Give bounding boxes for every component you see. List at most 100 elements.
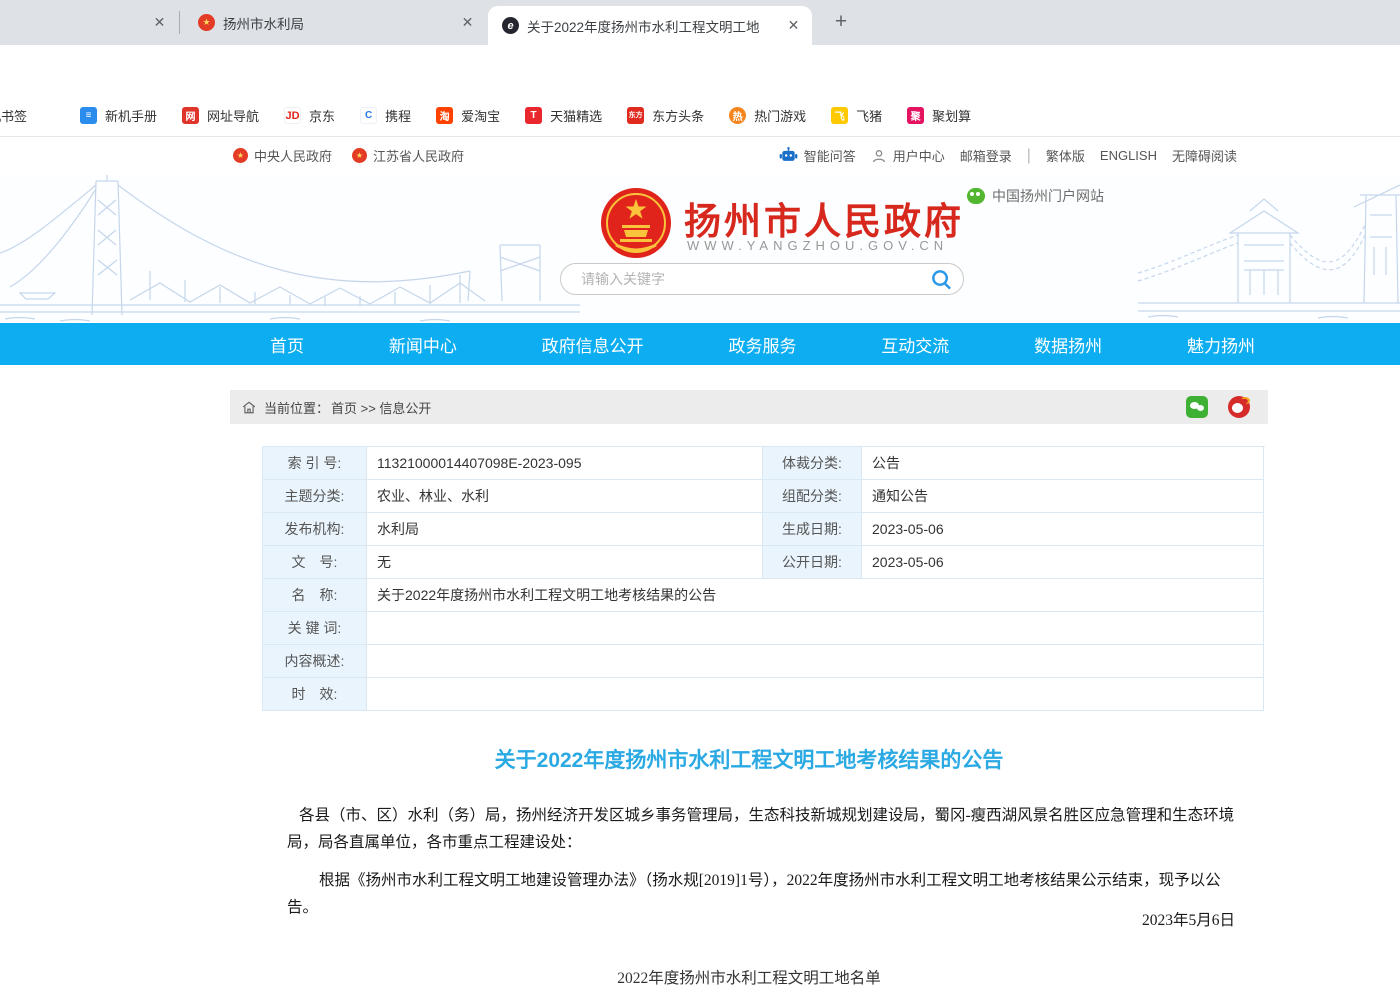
article-paragraph: 各县（市、区）水利（务）局，扬州经济开发区城乡事务管理局，生态科技新城规划建设局…	[287, 802, 1235, 856]
meta-value-keywords	[367, 612, 1264, 645]
browser-address-bar: 不安全 yangzhou.gov.cn/yzszxxgk/slj/202305/…	[0, 45, 1400, 95]
tmall-icon: T	[525, 107, 542, 124]
bookmark-games[interactable]: 热 热门游戏	[729, 106, 806, 125]
bookmark-label: 携程	[385, 106, 411, 125]
nav-site-icon: 网	[182, 107, 199, 124]
meta-value-summary	[367, 645, 1264, 678]
tab-close-icon[interactable]: ✕	[151, 14, 168, 31]
tab-close-icon[interactable]: ✕	[459, 14, 476, 31]
breadcrumb: 当前位置： 首页 >> 信息公开	[230, 390, 1268, 424]
nav-charm[interactable]: 魅力扬州	[1187, 332, 1255, 357]
meta-value-validity	[367, 678, 1264, 711]
bookmark-wangzhidaohang[interactable]: 网 网址导航	[182, 106, 259, 125]
bookmark-label: 网址导航	[207, 106, 259, 125]
bookmark-juhuasuan[interactable]: 聚 聚划算	[907, 106, 971, 125]
link-jiangsu-gov[interactable]: ★ 江苏省人民政府	[352, 146, 464, 165]
banner-art-left-bridge	[0, 175, 580, 323]
taobao-icon: 淘	[436, 107, 453, 124]
article-date: 2023年5月6日	[287, 908, 1235, 930]
bookmark-label: 机书签	[0, 106, 27, 125]
nav-home[interactable]: 首页	[270, 332, 304, 357]
dongfang-icon: 东方	[627, 107, 644, 124]
bookmark-mobile[interactable]: 机书签	[0, 106, 27, 125]
site-logo-emblem[interactable]	[600, 187, 672, 259]
tab-title: 关于2022年度扬州市水利工程文明工地	[527, 16, 777, 36]
meta-value-created-date: 2023-05-06	[862, 513, 1264, 546]
meta-label: 时 效:	[263, 678, 367, 711]
meta-label: 发布机构:	[263, 513, 367, 546]
bookmark-dongfangtoutiao[interactable]: 东方 东方头条	[627, 106, 704, 125]
tab-shuiliju[interactable]: ★ 扬州市水利局 ✕	[180, 0, 488, 45]
bookmark-jd[interactable]: JD 京东	[284, 106, 335, 125]
bookmark-label: 天猫精选	[550, 106, 602, 125]
meta-label: 主题分类:	[263, 480, 367, 513]
bookmark-label: 新机手册	[105, 106, 157, 125]
nav-data[interactable]: 数据扬州	[1034, 332, 1102, 357]
link-english[interactable]: ENGLISH	[1100, 148, 1157, 163]
link-label: 智能问答	[804, 146, 856, 165]
tab-active-announcement[interactable]: e 关于2022年度扬州市水利工程文明工地 ✕	[488, 6, 812, 45]
article-title: 关于2022年度扬州市水利工程文明工地考核结果的公告	[230, 744, 1268, 774]
bookmark-ctrip[interactable]: C 携程	[360, 106, 411, 125]
bookmark-label: 京东	[309, 106, 335, 125]
meta-label: 体裁分类:	[763, 447, 862, 480]
table-row: 文 号: 无 公开日期: 2023-05-06	[263, 546, 1265, 579]
bookmark-aitaobao[interactable]: 淘 爱淘宝	[436, 106, 500, 125]
meta-label: 索 引 号:	[263, 447, 367, 480]
search-input[interactable]	[579, 270, 930, 288]
bookmark-label: 热门游戏	[754, 106, 806, 125]
link-label: 繁体版	[1046, 146, 1085, 165]
portal-link[interactable]: 中国扬州门户网站	[967, 186, 1104, 206]
link-accessibility[interactable]: 无障碍阅读	[1172, 146, 1237, 165]
bookmark-label: 飞猪	[856, 106, 882, 125]
article-body: 各县（市、区）水利（务）局，扬州经济开发区城乡事务管理局，生态科技新城规划建设局…	[287, 802, 1235, 921]
bookmark-label: 东方头条	[652, 106, 704, 125]
link-label: 无障碍阅读	[1172, 146, 1237, 165]
breadcrumb-path[interactable]: 首页 >> 信息公开	[331, 398, 431, 417]
wechat-icon	[967, 188, 985, 204]
link-mail-login[interactable]: 邮箱登录	[960, 146, 1012, 165]
meta-value-agency: 水利局	[367, 513, 763, 546]
nav-news[interactable]: 新闻中心	[389, 332, 457, 357]
site-utility-bar: ★ 中央人民政府 ★ 江苏省人民政府 智能问答 用户中心 邮箱登录 | 繁体版 …	[0, 137, 1400, 175]
banner-art-right-bridge	[1138, 175, 1400, 323]
meta-value-category: 通知公告	[862, 480, 1264, 513]
link-label: 邮箱登录	[960, 146, 1012, 165]
link-label: ENGLISH	[1100, 148, 1157, 163]
jd-icon: JD	[284, 107, 301, 124]
site-favicon-icon: e	[502, 17, 519, 34]
home-icon[interactable]	[242, 401, 256, 414]
meta-label: 文 号:	[263, 546, 367, 579]
article-list-heading: 2022年度扬州市水利工程文明工地名单	[230, 966, 1268, 988]
browser-tab-bar: ✕ ★ 扬州市水利局 ✕ e 关于2022年度扬州市水利工程文明工地 ✕ +	[0, 0, 1400, 45]
tab-close-icon[interactable]: ✕	[785, 17, 802, 34]
user-icon	[871, 148, 887, 164]
link-traditional[interactable]: 繁体版	[1046, 146, 1085, 165]
bookmark-fliggy[interactable]: 飞 飞猪	[831, 106, 882, 125]
bookmark-tmall[interactable]: T 天猫精选	[525, 106, 602, 125]
link-user-center[interactable]: 用户中心	[871, 146, 945, 165]
meta-label: 名 称:	[263, 579, 367, 612]
table-row: 时 效:	[263, 678, 1265, 711]
link-central-gov[interactable]: ★ 中央人民政府	[233, 146, 332, 165]
nav-services[interactable]: 政务服务	[728, 332, 796, 357]
site-title: 扬州市人民政府	[684, 191, 964, 245]
bookmark-label: 爱淘宝	[461, 106, 500, 125]
tab-cutoff[interactable]: ✕	[0, 0, 180, 45]
meta-value-genre: 公告	[862, 447, 1264, 480]
share-wechat-icon[interactable]	[1186, 396, 1208, 418]
bookmark-xinjishouce[interactable]: ≡ 新机手册	[80, 106, 157, 125]
nav-interaction[interactable]: 互动交流	[881, 332, 949, 357]
link-label: 江苏省人民政府	[373, 146, 464, 165]
bookmarks-bar: 机书签 ≡ 新机手册 网 网址导航 JD 京东 C 携程 淘 爱淘宝 T 天猫精…	[0, 95, 1400, 137]
share-weibo-icon[interactable]	[1228, 396, 1250, 418]
nav-info-disclosure[interactable]: 政府信息公开	[542, 332, 644, 357]
meta-label: 关 键 词:	[263, 612, 367, 645]
main-nav: 首页 新闻中心 政府信息公开 政务服务 互动交流 数据扬州 魅力扬州	[0, 323, 1400, 365]
new-tab-button[interactable]: +	[830, 11, 852, 33]
bookmark-label: 聚划算	[932, 106, 971, 125]
link-label: 中央人民政府	[254, 146, 332, 165]
utility-divider: |	[1027, 147, 1031, 165]
search-icon[interactable]	[930, 268, 953, 291]
link-smart-qa[interactable]: 智能问答	[779, 146, 856, 165]
